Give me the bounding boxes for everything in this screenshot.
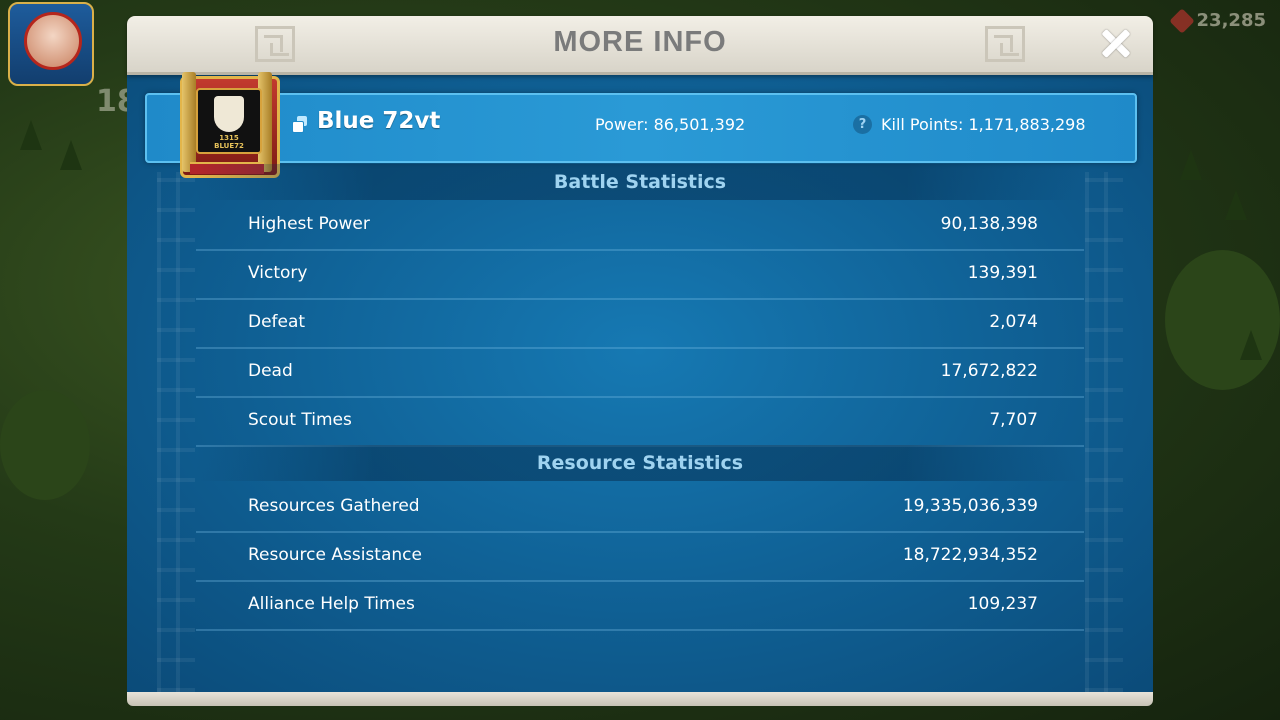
tree-cluster	[1165, 250, 1280, 390]
player-name: Blue 72vt	[317, 108, 441, 134]
gem-icon	[1168, 7, 1195, 34]
tree-cluster	[0, 390, 90, 500]
stat-value: 7,707	[989, 410, 1038, 430]
battle-statistics-heading: Battle Statistics	[196, 164, 1084, 200]
dialog-footer	[127, 692, 1153, 706]
stat-row-alliance-help-times: Alliance Help Times 109,237	[196, 581, 1084, 631]
stat-value: 17,672,822	[940, 361, 1038, 381]
tree	[20, 120, 42, 150]
stat-label: Resource Assistance	[248, 545, 422, 565]
gems-counter[interactable]: 23,285	[1168, 7, 1266, 34]
stat-value: 18,722,934,352	[902, 545, 1038, 565]
close-button[interactable]	[1097, 24, 1135, 62]
tree	[1180, 150, 1202, 180]
tree	[1240, 330, 1262, 360]
stat-row-highest-power: Highest Power 90,138,398	[196, 201, 1084, 251]
emblem-tag: 1315 BLUE72	[214, 134, 244, 150]
stat-row-resource-assistance: Resource Assistance 18,722,934,352	[196, 532, 1084, 582]
player-power: Power: 86,501,392	[595, 115, 746, 134]
kill-points: Kill Points: 1,171,883,298	[881, 115, 1086, 134]
dialog-title: MORE INFO	[553, 26, 727, 58]
resource-statistics-heading: Resource Statistics	[196, 445, 1084, 481]
shield-icon	[214, 96, 244, 132]
stat-label: Victory	[248, 263, 308, 283]
stat-row-scout-times: Scout Times 7,707	[196, 397, 1084, 447]
stat-row-victory: Victory 139,391	[196, 250, 1084, 300]
stat-row-resources-gathered: Resources Gathered 19,335,036,339	[196, 483, 1084, 533]
dialog-header: MORE INFO	[127, 16, 1153, 75]
copy-icon[interactable]	[292, 116, 308, 133]
tree	[1225, 190, 1247, 220]
player-avatar[interactable]	[8, 2, 94, 86]
emblem-banner: 1315 BLUE72	[196, 88, 262, 154]
emblem-pillar	[182, 72, 196, 172]
gems-amount: 23,285	[1196, 10, 1266, 31]
decorative-frame-right	[1085, 172, 1123, 692]
decorative-frame-left	[157, 172, 195, 692]
stat-label: Defeat	[248, 312, 306, 332]
stat-label: Scout Times	[248, 410, 352, 430]
stat-label: Resources Gathered	[248, 496, 420, 516]
stat-value: 109,237	[967, 594, 1038, 614]
tree	[60, 140, 82, 170]
help-icon[interactable]: ?	[853, 115, 872, 134]
stat-value: 90,138,398	[940, 214, 1038, 234]
stat-row-dead: Dead 17,672,822	[196, 348, 1084, 398]
stat-value: 19,335,036,339	[902, 496, 1038, 516]
alliance-emblem: 1315 BLUE72	[176, 66, 280, 178]
stat-label: Dead	[248, 361, 293, 381]
stat-row-defeat: Defeat 2,074	[196, 299, 1084, 349]
stat-value: 2,074	[989, 312, 1038, 332]
stat-label: Highest Power	[248, 214, 370, 234]
avatar-face	[24, 12, 82, 70]
stat-value: 139,391	[967, 263, 1038, 283]
stat-label: Alliance Help Times	[248, 594, 415, 614]
